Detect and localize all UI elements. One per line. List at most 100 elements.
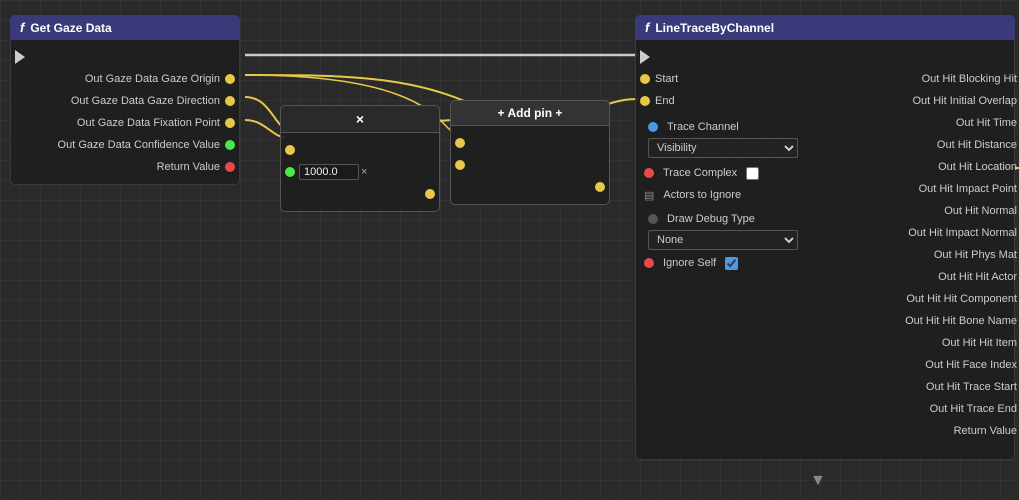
trace-channel-dropdown[interactable]: Visibility Camera xyxy=(648,138,798,158)
addpin-out-dot[interactable] xyxy=(595,182,605,192)
linetrace-end-row: End xyxy=(636,90,836,112)
pin-row-phys-mat: Out Hit Phys Mat xyxy=(836,244,1019,266)
linetrace-left-panel: Start End Trace Channel Visibility Camer… xyxy=(636,46,836,453)
pin-row-item: Out Hit Hit Item xyxy=(836,332,1019,354)
pin-label-gaze-origin: Out Gaze Data Gaze Origin xyxy=(80,73,225,85)
pin-gaze-direction[interactable] xyxy=(225,96,235,106)
pin-label-hit-time: Out Hit Time xyxy=(951,117,1019,129)
trace-channel-row: Trace Channel xyxy=(644,116,828,138)
ignore-self-label: Ignore Self xyxy=(658,257,721,269)
multiply-header: × xyxy=(280,105,440,133)
draw-debug-label: Draw Debug Type xyxy=(662,213,760,225)
multiply-node: × × xyxy=(280,105,440,212)
pin-row-initial-overlap: Out Hit Initial Overlap xyxy=(836,90,1019,112)
pin-label-fixation: Out Gaze Data Fixation Point xyxy=(72,117,225,129)
pin-label-phys-mat: Out Hit Phys Mat xyxy=(929,249,1019,261)
pin-row-hit-component: Out Hit Hit Component xyxy=(836,288,1019,310)
ignore-self-row: Ignore Self xyxy=(636,252,836,274)
gaze-node-header: f Get Gaze Data xyxy=(10,15,240,40)
addpin-out xyxy=(451,176,609,198)
pin-row-hit-actor: Out Hit Hit Actor xyxy=(836,266,1019,288)
addpin-in1-dot[interactable] xyxy=(455,138,465,148)
pin-label-impact-point: Out Hit Impact Point xyxy=(914,183,1019,195)
pin-row-impact-point: Out Hit Impact Point xyxy=(836,178,1019,200)
pin-label-normal: Out Hit Normal xyxy=(939,205,1019,217)
pin-label-hit-component: Out Hit Hit Component xyxy=(901,293,1019,305)
pin-label-initial-overlap: Out Hit Initial Overlap xyxy=(907,95,1019,107)
pin-row-lt-return: Return Value xyxy=(836,420,1019,442)
trace-complex-pin[interactable] xyxy=(644,168,654,178)
pin-label-trace-start: Out Hit Trace Start xyxy=(921,381,1019,393)
linetrace-exec-out-row xyxy=(836,46,1019,68)
exec-in-pin[interactable] xyxy=(15,50,25,64)
pin-row-return: Return Value xyxy=(11,156,239,178)
multiply-pin-in2: × xyxy=(281,161,439,183)
linetrace-body: Start End Trace Channel Visibility Camer… xyxy=(635,40,1015,460)
pin-label-hit-distance: Out Hit Distance xyxy=(932,139,1019,151)
addpin-header: + Add pin + xyxy=(450,100,610,126)
trace-complex-row: Trace Complex xyxy=(636,162,836,184)
linetrace-header: f LineTraceByChannel xyxy=(635,15,1015,40)
linetrace-node: f LineTraceByChannel Start End xyxy=(635,15,1015,460)
gaze-data-node: f Get Gaze Data Out Gaze Data Gaze Origi… xyxy=(10,15,240,185)
pin-return[interactable] xyxy=(225,162,235,172)
addpin-in2 xyxy=(451,154,609,176)
ignore-self-checkbox[interactable] xyxy=(725,257,738,270)
pin-row-trace-start: Out Hit Trace Start xyxy=(836,376,1019,398)
multiply-x-btn[interactable]: × xyxy=(361,166,367,178)
pin-confidence[interactable] xyxy=(225,140,235,150)
multiply-in1-dot[interactable] xyxy=(285,145,295,155)
pin-label-return: Return Value xyxy=(152,161,225,173)
multiply-pin-in1 xyxy=(281,139,439,161)
pin-gaze-origin[interactable] xyxy=(225,74,235,84)
multiply-value-input[interactable] xyxy=(299,164,359,180)
pin-row-impact-normal: Out Hit Impact Normal xyxy=(836,222,1019,244)
linetrace-start-row: Start xyxy=(636,68,836,90)
linetrace-end-pin[interactable] xyxy=(640,96,650,106)
trace-complex-checkbox[interactable] xyxy=(746,167,759,180)
ignore-self-pin[interactable] xyxy=(644,258,654,268)
linetrace-func-icon: f xyxy=(645,20,649,35)
actors-ignore-row: ▤ Actors to Ignore xyxy=(636,184,836,206)
multiply-label: × xyxy=(356,111,364,127)
multiply-out-dot[interactable] xyxy=(425,189,435,199)
pin-row-normal: Out Hit Normal xyxy=(836,200,1019,222)
pin-label-face-index: Out Hit Face Index xyxy=(920,359,1019,371)
linetrace-end-label: End xyxy=(650,95,680,107)
pin-label-gaze-direction: Out Gaze Data Gaze Direction xyxy=(66,95,225,107)
pin-row-fixation: Out Gaze Data Fixation Point xyxy=(11,112,239,134)
multiply-body: × xyxy=(280,133,440,212)
pin-label-impact-normal: Out Hit Impact Normal xyxy=(903,227,1019,239)
trace-channel-pin[interactable] xyxy=(648,122,658,132)
pin-label-confidence: Out Gaze Data Confidence Value xyxy=(53,139,225,151)
addpin-body xyxy=(450,126,610,205)
trace-complex-label: Trace Complex xyxy=(658,167,742,179)
trace-channel-section: Trace Channel Visibility Camera xyxy=(636,112,836,162)
scroll-indicator[interactable]: ▼ xyxy=(810,472,826,490)
linetrace-title: LineTraceByChannel xyxy=(655,21,774,35)
exec-pin-row xyxy=(11,46,239,68)
gaze-node-title: Get Gaze Data xyxy=(30,21,111,35)
pin-row-face-index: Out Hit Face Index xyxy=(836,354,1019,376)
pin-label-item: Out Hit Hit Item xyxy=(937,337,1019,349)
pin-label-hit-location: Out Hit Location xyxy=(933,161,1019,173)
addpin-node: + Add pin + xyxy=(450,100,610,205)
pin-row-bone-name: Out Hit Hit Bone Name xyxy=(836,310,1019,332)
draw-debug-dropdown[interactable]: None ForOneFrame xyxy=(648,230,798,250)
linetrace-right-panel: Out Hit Blocking Hit Out Hit Initial Ove… xyxy=(836,46,1019,453)
pin-fixation[interactable] xyxy=(225,118,235,128)
trace-channel-label: Trace Channel xyxy=(662,121,744,133)
linetrace-exec-in[interactable] xyxy=(640,50,650,64)
pin-label-bone-name: Out Hit Hit Bone Name xyxy=(900,315,1019,327)
pin-row-trace-end: Out Hit Trace End xyxy=(836,398,1019,420)
linetrace-exec-in-row xyxy=(636,46,836,68)
draw-debug-pin[interactable] xyxy=(648,214,658,224)
draw-debug-row: Draw Debug Type xyxy=(644,208,828,230)
linetrace-start-pin[interactable] xyxy=(640,74,650,84)
multiply-in2-dot[interactable] xyxy=(285,167,295,177)
pin-row-hit-distance: Out Hit Distance xyxy=(836,134,1019,156)
linetrace-start-label: Start xyxy=(650,73,683,85)
pin-row-gaze-origin: Out Gaze Data Gaze Origin xyxy=(11,68,239,90)
addpin-in2-dot[interactable] xyxy=(455,160,465,170)
pin-row-hit-location: Out Hit Location xyxy=(836,156,1019,178)
